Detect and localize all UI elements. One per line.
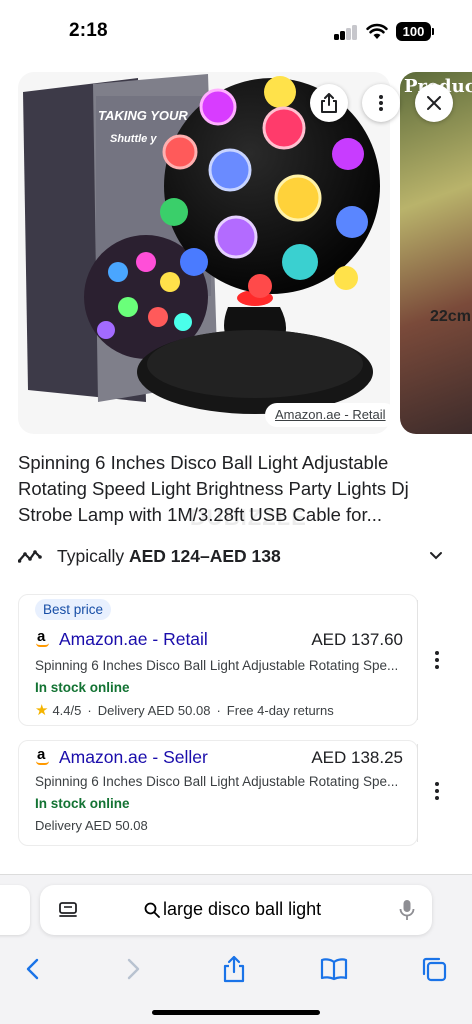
forward-button[interactable]: [114, 949, 154, 989]
delivery-cost: Delivery AED 50.08: [97, 702, 211, 718]
search-query-text: large disco ball light: [163, 899, 322, 919]
stock-status: In stock online: [35, 796, 130, 811]
browser-toolbar: [0, 949, 472, 989]
stock-status: In stock online: [35, 680, 130, 695]
page-menu-icon[interactable]: [58, 900, 78, 920]
offer-description: Spinning 6 Inches Disco Ball Light Adjus…: [35, 658, 399, 673]
price-range-text: Typically AED 124–AED 138: [57, 546, 281, 567]
merchant-link[interactable]: a Amazon.ae - Retail: [35, 628, 208, 650]
wifi-icon: [366, 23, 388, 39]
share-image-button[interactable]: [310, 84, 348, 122]
offer-card[interactable]: a Amazon.ae - Seller AED 138.25 Spinning…: [18, 740, 418, 846]
watermark: DUBIZZLE: [190, 505, 307, 530]
best-price-badge: Best price: [35, 599, 112, 620]
offer-more-options-button[interactable]: [428, 779, 446, 803]
next-image-size-text: 22cm: [430, 308, 471, 325]
share-icon: [321, 93, 337, 113]
more-vertical-icon: [379, 95, 383, 111]
merchant-row: a Amazon.ae - Retail AED 137.60: [35, 628, 403, 650]
search-query[interactable]: large disco ball light: [144, 899, 321, 920]
image-more-options-button[interactable]: [362, 84, 400, 122]
returns-policy: Free 4-day returns: [226, 702, 334, 718]
price-range-value: AED 124–AED 138: [128, 545, 281, 566]
next-product-image[interactable]: Produc 22cm: [400, 72, 472, 434]
offer-meta: Delivery AED 50.08: [35, 818, 148, 833]
merchant-name: Amazon.ae - Seller: [59, 747, 208, 767]
tabs-icon: [422, 957, 447, 982]
share-button[interactable]: [214, 949, 254, 989]
divider: [417, 600, 418, 720]
rating: 4.4/5: [52, 702, 82, 718]
offer-price: AED 138.25: [311, 747, 403, 767]
back-button[interactable]: [12, 949, 52, 989]
battery-icon: 100: [396, 22, 434, 41]
image-gallery[interactable]: TAKING YOUR Shuttle y Amazon.ae - Retail…: [0, 72, 472, 434]
box-text-1: TAKING YOUR: [98, 108, 188, 123]
book-icon: [320, 958, 348, 981]
status-time: 2:18: [69, 20, 108, 41]
amazon-logo-icon: a: [35, 628, 51, 648]
address-bar[interactable]: large disco ball light: [40, 885, 432, 935]
divider: [417, 744, 418, 842]
close-icon: [427, 96, 441, 110]
home-indicator: [152, 1010, 320, 1015]
offer-price: AED 137.60: [311, 629, 403, 649]
status-bar: 2:18 100: [0, 0, 472, 62]
chevron-right-icon: [127, 958, 140, 980]
offer-more-options-button[interactable]: [428, 648, 446, 672]
price-range-row[interactable]: Typically AED 124–AED 138: [18, 540, 454, 572]
offer-description: Spinning 6 Inches Disco Ball Light Adjus…: [35, 774, 399, 789]
search-icon: [144, 902, 160, 918]
image-source-link[interactable]: Amazon.ae - Retail: [265, 403, 390, 427]
cellular-signal-icon: [334, 24, 360, 40]
amazon-logo-icon: a: [35, 746, 51, 766]
microphone-icon[interactable]: [398, 899, 416, 921]
chevron-down-icon[interactable]: [428, 548, 444, 564]
offer-meta: ★ 4.4/5 · Delivery AED 50.08 · Free 4-da…: [35, 702, 334, 719]
offer-card[interactable]: Best price a Amazon.ae - Retail AED 137.…: [18, 594, 418, 726]
merchant-row: a Amazon.ae - Seller AED 138.25: [35, 746, 403, 768]
bookmarks-button[interactable]: [314, 949, 354, 989]
price-trend-icon: [18, 550, 42, 563]
chevron-left-icon: [26, 958, 39, 980]
price-range-prefix: Typically: [57, 545, 125, 566]
merchant-link[interactable]: a Amazon.ae - Seller: [35, 746, 208, 768]
product-image[interactable]: TAKING YOUR Shuttle y Amazon.ae - Retail: [18, 72, 390, 434]
delivery-cost: Delivery AED 50.08: [35, 818, 148, 833]
tabs-button[interactable]: [414, 949, 454, 989]
previous-tab-preview[interactable]: [0, 885, 30, 935]
browser-bottom-bar: large disco ball light: [0, 874, 472, 1024]
close-viewer-button[interactable]: [415, 84, 453, 122]
disco-ball-image: TAKING YOUR Shuttle y: [23, 74, 380, 414]
box-text-2: Shuttle y: [110, 133, 157, 145]
star-icon: ★: [35, 702, 49, 719]
merchant-name: Amazon.ae - Retail: [59, 629, 208, 649]
share-icon: [223, 955, 245, 983]
